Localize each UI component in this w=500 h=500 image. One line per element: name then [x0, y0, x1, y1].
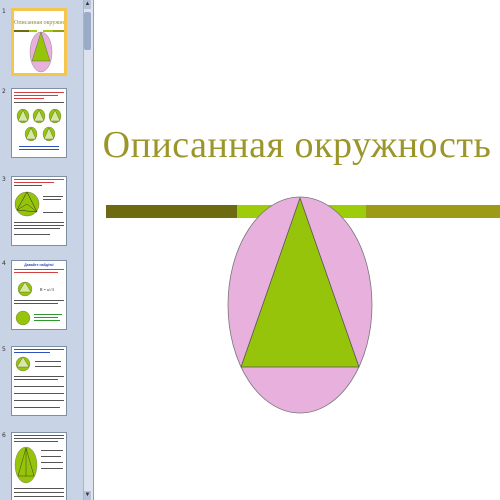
thumb-figure	[14, 30, 64, 73]
slide-thumbnail[interactable]: Давайте найдём! R = a/√3	[11, 260, 67, 330]
scrollbar-track[interactable]	[83, 0, 93, 500]
scroll-up-icon[interactable]: ▲	[84, 0, 91, 9]
slide-number: 1	[2, 8, 6, 15]
thumb-formula: R = a/√3	[40, 287, 55, 292]
slide-thumbnail[interactable]	[11, 346, 67, 416]
thumb-figure	[14, 435, 64, 497]
current-slide[interactable]: Описанная окружность	[94, 0, 500, 500]
thumb-figure	[14, 179, 64, 235]
scrollbar-thumb[interactable]	[84, 12, 91, 50]
slide-editor-area: Описанная окружность	[94, 0, 500, 500]
slide-number: 2	[2, 88, 6, 95]
scroll-down-icon[interactable]: ▼	[84, 491, 91, 500]
thumb-figure	[14, 269, 64, 326]
slide-thumbnail[interactable]: Описанная окружность	[11, 8, 67, 76]
thumb-figure	[14, 349, 64, 408]
slide-number: 4	[2, 260, 6, 267]
slide-number: 3	[2, 176, 6, 183]
slides-panel: ▲ ▼ 1 Описанная окружность 2	[0, 0, 94, 500]
slide-number: 6	[2, 432, 6, 439]
slide-thumbnail[interactable]	[11, 432, 67, 500]
inscribed-triangle-figure[interactable]	[94, 0, 500, 500]
thumb-figure	[14, 92, 64, 150]
slide-thumbnail[interactable]	[11, 88, 67, 158]
slide-thumbnail[interactable]	[11, 176, 67, 246]
slide-number: 5	[2, 346, 6, 353]
